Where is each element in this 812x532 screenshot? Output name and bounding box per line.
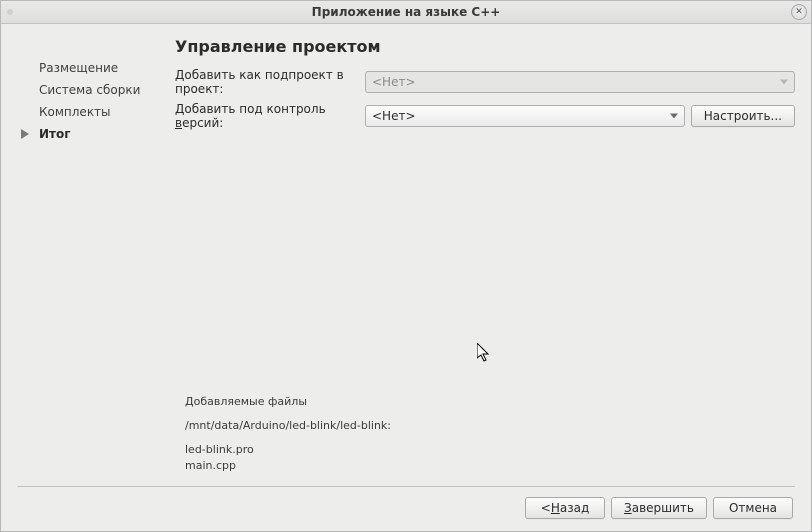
wizard-step-buildsystem: Система сборки (39, 83, 157, 97)
files-caption: Добавляемые файлы (185, 394, 795, 410)
files-list: led-blink.pro main.cpp (185, 442, 795, 474)
back-button[interactable]: < Назад (525, 497, 605, 519)
finish-button[interactable]: Завершить (611, 497, 707, 519)
titlebar: Приложение на языке С++ ✕ (1, 1, 811, 24)
wizard-step-kits: Комплекты (39, 105, 157, 119)
body: Размещение Система сборки Комплекты Итог… (17, 37, 795, 480)
label-vcs: Добавить под контроль версий: (175, 102, 365, 130)
files-block: Добавляемые файлы /mnt/data/Arduino/led-… (185, 394, 795, 474)
list-item: main.cpp (185, 458, 795, 474)
files-path: /mnt/data/Arduino/led-blink/led-blink: (185, 418, 795, 434)
back-button-accel: Н (551, 501, 560, 515)
select-subproject-value: <Нет> (372, 75, 416, 89)
footer-buttons: < Назад Завершить Отмена (17, 497, 795, 519)
wizard-sidebar: Размещение Система сборки Комплекты Итог (17, 37, 157, 480)
select-subproject: <Нет> (365, 71, 795, 93)
label-subproject: Добавить как подпроект в проект: (175, 68, 365, 96)
row-vcs: Добавить под контроль версий: <Нет> Наст… (175, 102, 795, 130)
row-subproject: Добавить как подпроект в проект: <Нет> (175, 68, 795, 96)
list-item: led-blink.pro (185, 442, 795, 458)
cancel-button[interactable]: Отмена (713, 497, 793, 519)
finish-button-accel: З (624, 501, 632, 515)
select-vcs-value: <Нет> (372, 109, 416, 123)
close-icon[interactable]: ✕ (791, 4, 807, 20)
page-heading: Управление проектом (175, 37, 795, 56)
label-vcs-pre: Добавить под контроль (175, 102, 326, 116)
label-vcs-post: ерсий: (182, 116, 223, 130)
select-vcs[interactable]: <Нет> (365, 105, 685, 127)
main-panel: Управление проектом Добавить как подпрое… (157, 37, 795, 480)
window-title: Приложение на языке С++ (312, 5, 501, 19)
chevron-down-icon (780, 80, 788, 85)
configure-vcs-button[interactable]: Настроить... (691, 105, 795, 127)
finish-button-post: авершить (632, 501, 694, 515)
wizard-step-location: Размещение (39, 61, 157, 75)
wizard-step-summary: Итог (39, 127, 157, 141)
separator (17, 486, 795, 487)
titlebar-dot-icon (7, 9, 13, 15)
back-button-pre: < (541, 501, 551, 515)
back-button-post: азад (560, 501, 589, 515)
content-area: Размещение Система сборки Комплекты Итог… (1, 23, 811, 531)
chevron-down-icon (670, 114, 678, 119)
app-window: Приложение на языке С++ ✕ Размещение Сис… (0, 0, 812, 532)
